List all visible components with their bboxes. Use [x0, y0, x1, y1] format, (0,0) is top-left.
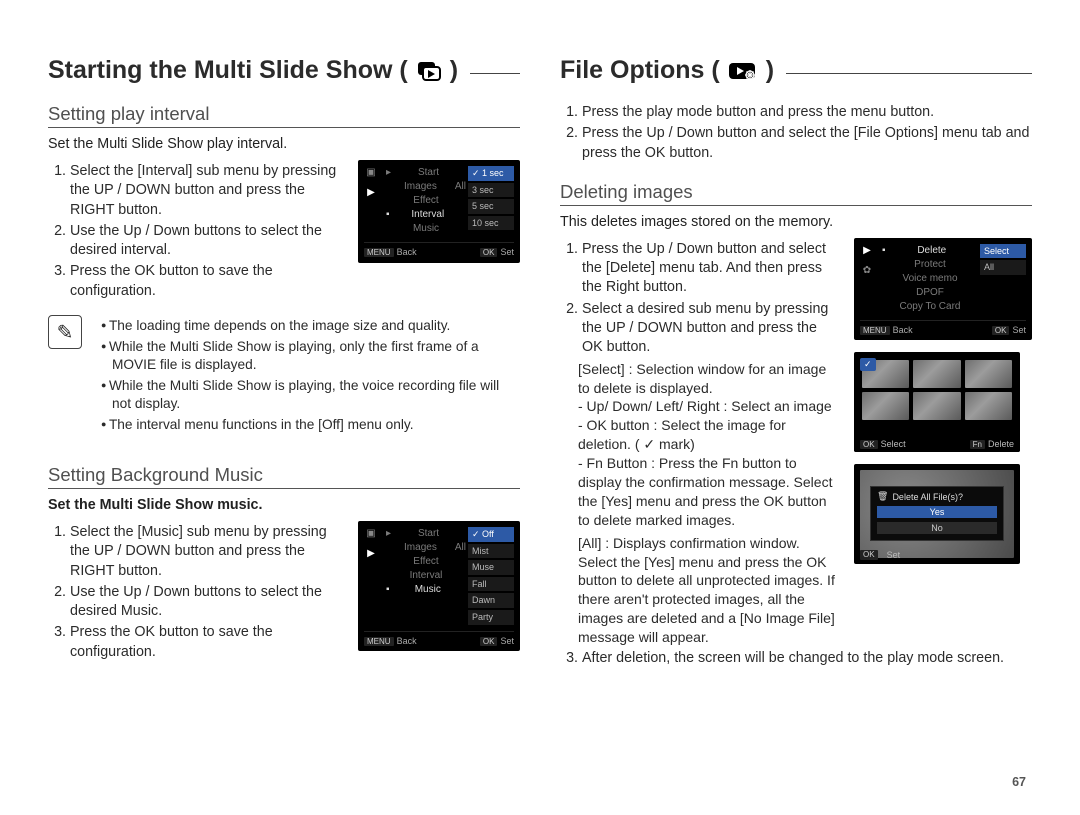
right-column: File Options ( ): [560, 56, 1032, 670]
delete-select-sub3: - Fn Button : Press the Fn button to dis…: [578, 454, 840, 530]
note-1: The loading time depends on the image si…: [112, 317, 520, 335]
intro-step-2: Press the Up / Down button and select th…: [582, 124, 1032, 163]
heading-rule: [786, 73, 1032, 74]
interval-step-3: Press the OK button to save the configur…: [70, 262, 344, 301]
interval-step-2: Use the Up / Down buttons to select the …: [70, 222, 344, 261]
lcd-figure-confirm: 🗑Delete All File(s)? Yes No OKSet: [854, 464, 1020, 564]
lcd-figure-thumbnail-select: ✓ OKSelect FnDelete: [854, 352, 1020, 452]
multi-slide-show-icon: [416, 60, 442, 82]
bgm-step-3: Press the OK button to save the configur…: [70, 623, 344, 662]
note-3: While the Multi Slide Show is playing, t…: [112, 377, 520, 414]
heading-text: Starting the Multi Slide Show (: [48, 56, 408, 85]
lcd-figure-delete-menu: ▶✿ ▪Delete Protect Voice memo DPOF Copy …: [854, 238, 1032, 341]
page-number: 67: [1012, 775, 1026, 789]
interval-step-1: Select the [Interval] sub menu by pressi…: [70, 162, 344, 220]
delete-select-sub1: - Up/ Down/ Left/ Right : Select an imag…: [578, 397, 840, 416]
delete-steps: Press the Up / Down button and select th…: [560, 238, 840, 647]
interval-steps: Select the [Interval] sub menu by pressi…: [48, 160, 344, 303]
subhead-interval: Setting play interval: [48, 103, 520, 128]
subhead-delete: Deleting images: [560, 181, 1032, 206]
lcd-figure-interval: ▣▶ ▸Start ImagesAll Effect ▪Interval Mus…: [358, 160, 520, 263]
note-icon: ✎: [48, 315, 82, 349]
heading-close: ): [766, 56, 774, 85]
left-column: Starting the Multi Slide Show ( ) Settin…: [48, 56, 520, 670]
heading-rule: [470, 73, 520, 74]
lcd-figure-music: ▣▶ ▸Start ImagesAll Effect Interval ▪Mus…: [358, 521, 520, 651]
delete-all-label: [All] : Displays confirmation window. Se…: [578, 534, 840, 647]
subhead-bgm: Setting Background Music: [48, 464, 520, 489]
heading-file-options: File Options ( ): [560, 56, 1032, 85]
bgm-step-2: Use the Up / Down buttons to select the …: [70, 583, 344, 622]
delete-step-3: After deletion, the screen will be chang…: [582, 649, 1032, 668]
bgm-steps: Select the [Music] sub menu by pressing …: [48, 521, 344, 664]
interval-notes: ✎ The loading time depends on the image …: [48, 315, 520, 436]
trash-icon: 🗑: [877, 491, 888, 502]
interval-intro: Set the Multi Slide Show play interval.: [48, 136, 520, 152]
heading-text: File Options (: [560, 56, 720, 85]
heading-close: ): [450, 56, 458, 85]
confirm-no: No: [877, 522, 997, 534]
delete-select-label: [Select] : Selection window for an image…: [578, 360, 840, 398]
file-options-icon: [728, 60, 758, 82]
confirm-yes: Yes: [877, 506, 997, 518]
file-options-intro-steps: Press the play mode button and press the…: [560, 103, 1032, 163]
delete-step-1: Press the Up / Down button and select th…: [582, 240, 840, 298]
heading-multi-slide-show: Starting the Multi Slide Show ( ): [48, 56, 520, 85]
intro-step-1: Press the play mode button and press the…: [582, 103, 1032, 122]
bgm-lead: Set the Multi Slide Show music.: [48, 497, 520, 513]
delete-select-sub2: - OK button : Select the image for delet…: [578, 416, 840, 454]
delete-intro: This deletes images stored on the memory…: [560, 214, 1032, 230]
note-2: While the Multi Slide Show is playing, o…: [112, 338, 520, 375]
note-4: The interval menu functions in the [Off]…: [112, 416, 520, 434]
bgm-step-1: Select the [Music] sub menu by pressing …: [70, 523, 344, 581]
delete-step-2: Select a desired sub menu by pressing th…: [582, 300, 840, 358]
